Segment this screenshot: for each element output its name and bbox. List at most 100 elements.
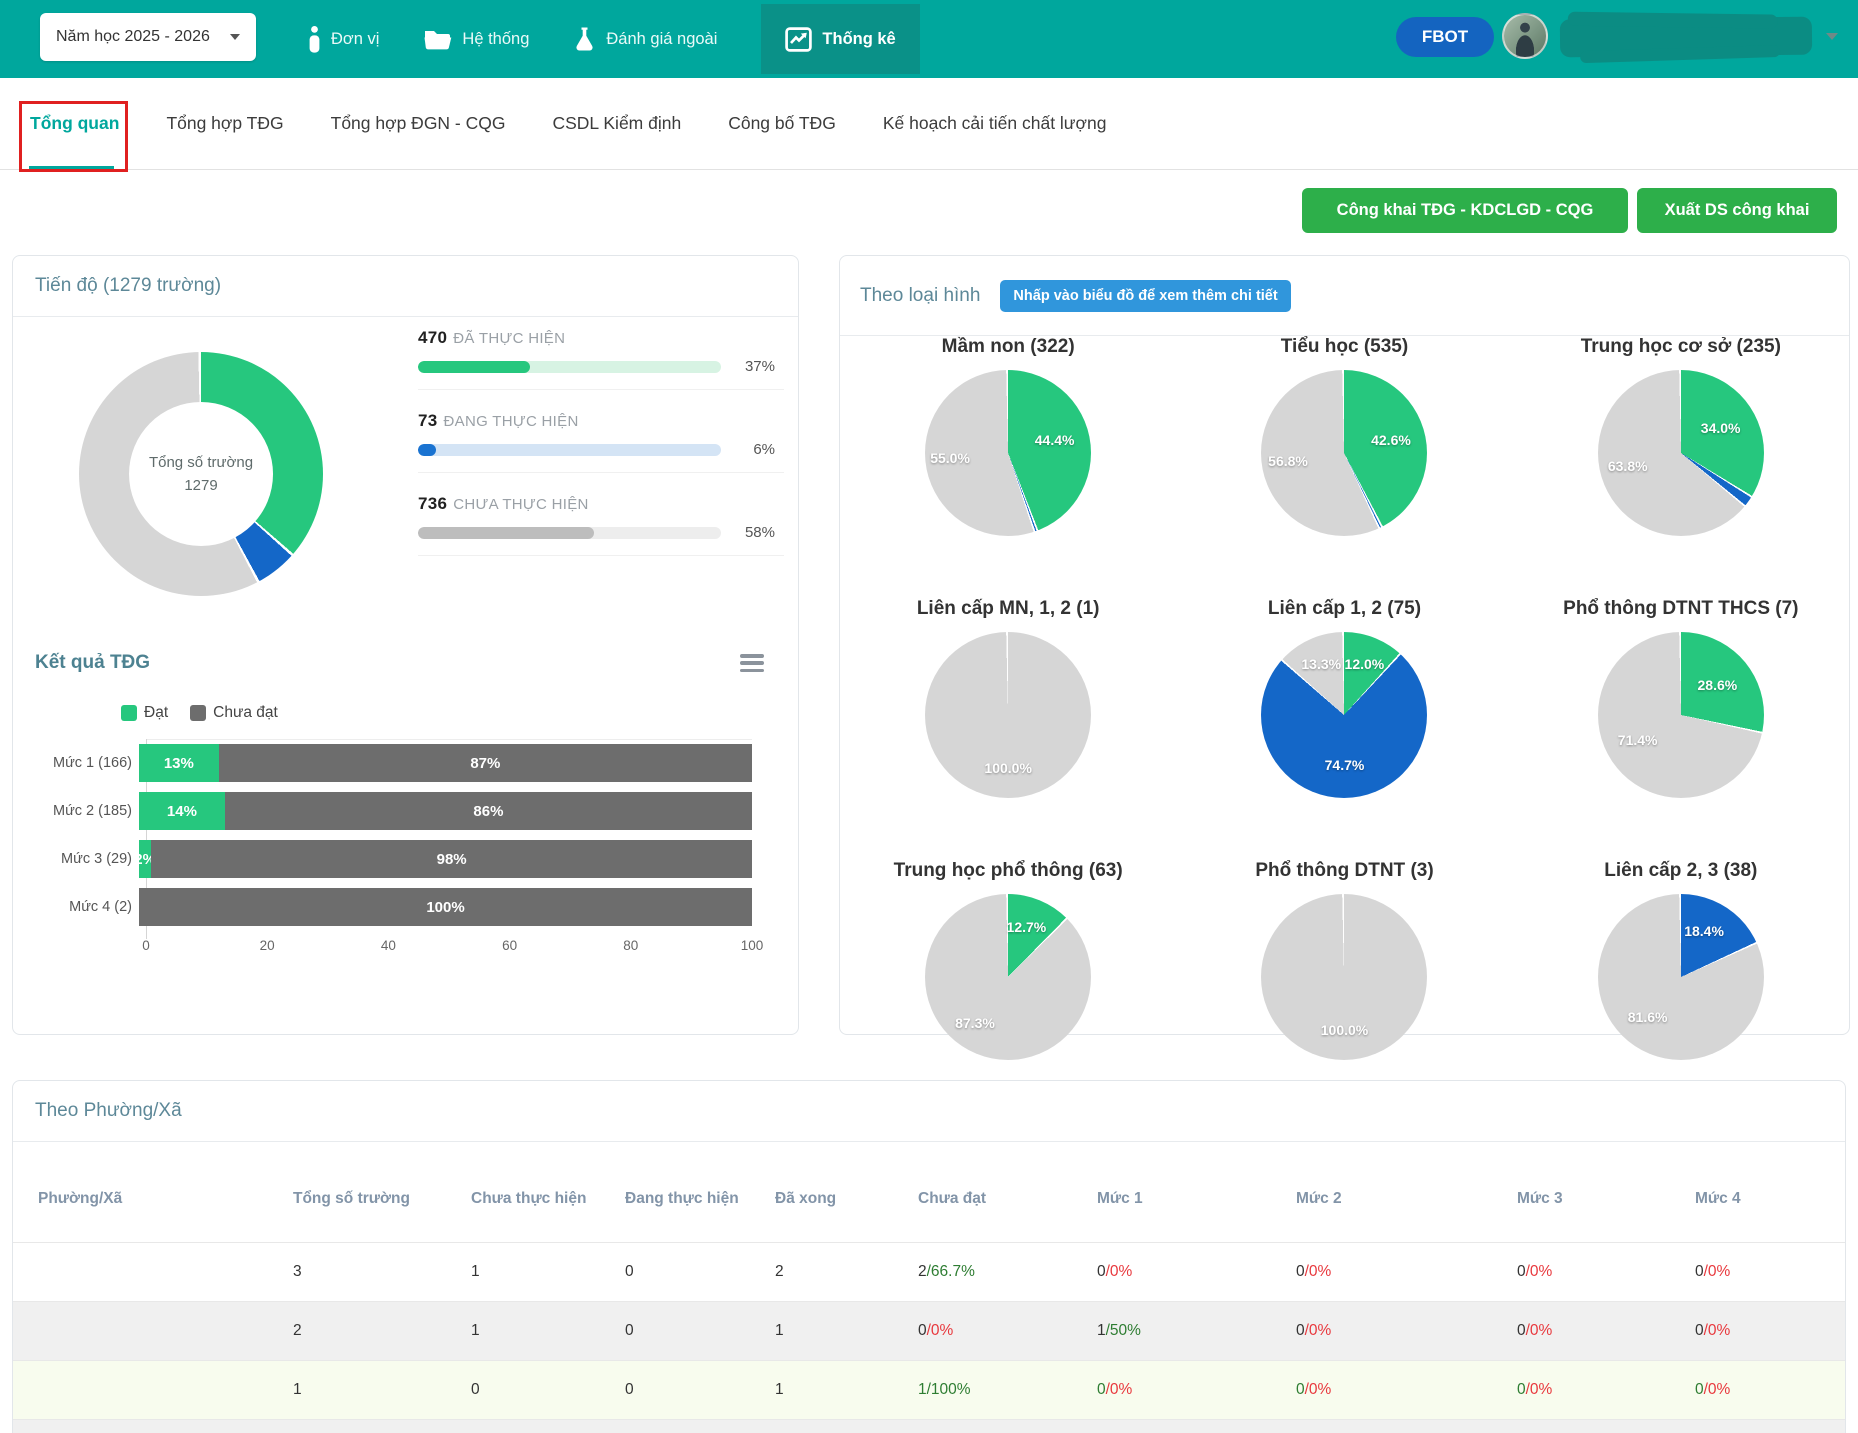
progress-fill <box>418 527 594 539</box>
table-cell: 2/66.7% <box>918 1243 975 1301</box>
cell-percent: /0% <box>1704 1322 1731 1339</box>
results-legend: Đạt Chưa đạt <box>121 704 278 722</box>
tab-6[interactable]: Kế hoạch cải tiến chất lượng <box>883 113 1107 134</box>
pie-cell-9: Liên cấp 2, 3 (38)18.4%81.6% <box>1513 860 1849 1060</box>
table-cell: 3 <box>293 1243 302 1301</box>
cell-percent: /0% <box>1704 1263 1731 1280</box>
dashboard-page: Năm học 2025 - 2026 Đơn vị Hệ thống Đánh g… <box>0 0 1858 1433</box>
avatar[interactable] <box>1502 13 1548 59</box>
pie-cell-4: Liên cấp MN, 1, 2 (1)100.0% <box>840 598 1176 798</box>
progress-row-1: 470ĐÃ THỰC HIỆN37% <box>418 328 784 390</box>
bar-row-3: Mức 3 (29)2%98% <box>35 840 752 878</box>
pie-chart[interactable]: 34.0% 63.8% <box>1598 370 1764 536</box>
table-cell: 0/0% <box>918 1302 953 1360</box>
pie-chart[interactable]: 12.7%87.3% <box>925 894 1091 1060</box>
cell-count: 2 <box>918 1263 927 1280</box>
table-cell: 0 <box>625 1243 634 1301</box>
pie-slice-label: 63.8% <box>1608 458 1648 474</box>
pie-chart[interactable]: 100.0% <box>925 632 1091 798</box>
legend-item: Đạt <box>121 704 168 722</box>
axis-tick: 80 <box>623 938 638 953</box>
progress-row-2: 73ĐANG THỰC HIỆN 6% <box>418 411 784 473</box>
cell-count: 0 <box>1097 1381 1106 1398</box>
user-menu-caret-icon[interactable] <box>1826 33 1838 40</box>
table-cell: 0/0% <box>1695 1243 1730 1301</box>
bar-fail-segment: 98% <box>151 840 752 878</box>
progress-row-label: 736CHƯA THỰC HIỆN <box>418 494 784 514</box>
tab-3[interactable]: Tổng hợp ĐGN - CQG <box>331 113 506 134</box>
main-nav: Đơn vị Hệ thống Đánh giá ngoài Thống kê <box>308 0 920 78</box>
progress-panel: Tiến độ (1279 trường) Tổng số trường 127… <box>12 255 799 1035</box>
results-title: Kết quả TĐG <box>35 652 150 674</box>
bar-chart-axis: 020406080100 <box>146 936 752 958</box>
pie-chart[interactable]: 100.0% <box>1261 894 1427 1060</box>
cell-count: 0 <box>1097 1263 1106 1280</box>
tab-2[interactable]: Tổng hợp TĐG <box>166 113 283 134</box>
pie-chart[interactable]: 42.6%56.8% <box>1261 370 1427 536</box>
nav-item-4[interactable]: Thống kê <box>761 4 919 74</box>
table-cell: 0/0% <box>1097 1243 1132 1301</box>
nav-item-label: Đánh giá ngoài <box>606 30 717 49</box>
progress-row-bar: 58% <box>418 524 784 541</box>
chart-icon <box>785 27 812 52</box>
progress-percent: 6% <box>733 441 775 458</box>
chart-menu-icon[interactable] <box>740 654 764 672</box>
bar-fail-segment: 100% <box>139 888 752 926</box>
legend-item: Chưa đạt <box>190 704 278 722</box>
axis-tick: 0 <box>142 938 150 953</box>
cell-percent: /0% <box>1704 1381 1731 1398</box>
tab-5[interactable]: Công bố TĐG <box>728 113 836 134</box>
pie-title: Phổ thông DTNT THCS (7) <box>1563 598 1798 620</box>
tab-4[interactable]: CSDL Kiểm định <box>552 113 681 134</box>
cell-count: 1 <box>1097 1322 1106 1339</box>
active-tab-underline <box>29 166 114 169</box>
table-row-partial <box>13 1419 1845 1433</box>
cell-count: 0 <box>1296 1381 1305 1398</box>
pie-cell-6: Phổ thông DTNT THCS (7) 28.6%71.4% <box>1513 598 1849 798</box>
progress-fill <box>418 361 530 373</box>
school-year-select[interactable]: Năm học 2025 - 2026 <box>40 13 256 61</box>
pie-chart[interactable]: 12.0%74.7%13.3% <box>1261 632 1427 798</box>
export-button[interactable]: Xuất DS công khai <box>1637 188 1837 233</box>
table-row-2[interactable]: 21010/0%1/50%0/0%0/0%0/0% <box>13 1301 1845 1360</box>
bar-segments: 2%98% <box>139 840 752 878</box>
bar-segments: 14%86% <box>139 792 752 830</box>
pie-slice-label: 34.0% <box>1701 420 1741 436</box>
progress-row-label: 73ĐANG THỰC HIỆN <box>418 411 784 431</box>
pie-chart[interactable]: 28.6%71.4% <box>1598 632 1764 798</box>
column-header: Mức 4 <box>1695 1156 1835 1242</box>
table-row-1[interactable]: 31022/66.7%0/0%0/0%0/0%0/0% <box>13 1242 1845 1301</box>
pie-title: Phổ thông DTNT (3) <box>1255 860 1433 882</box>
table-cell: 0/0% <box>1097 1361 1132 1419</box>
publish-button[interactable]: Công khai TĐG - KDCLGD - CQG <box>1302 188 1628 233</box>
tab-1[interactable]: Tổng quan <box>30 113 119 134</box>
bar-row-2: Mức 2 (185)14%86% <box>35 792 752 830</box>
progress-track <box>418 361 721 373</box>
axis-tick: 100 <box>741 938 764 953</box>
progress-percent: 37% <box>733 358 775 375</box>
bar-segments: 100% <box>139 888 752 926</box>
pie-slice-label: 74.7% <box>1325 757 1365 773</box>
table-cell: 0/0% <box>1517 1302 1552 1360</box>
cell-percent: /0% <box>1526 1263 1553 1280</box>
pie-slice-label: 13.3% <box>1301 656 1341 672</box>
cell-percent: /0% <box>1305 1381 1332 1398</box>
bar-row-4: Mức 4 (2)100% <box>35 888 752 926</box>
table-cell: 0/0% <box>1296 1361 1331 1419</box>
column-header: Chưa thực hiện <box>471 1156 589 1242</box>
nav-item-label: Thống kê <box>822 30 895 49</box>
nav-item-1[interactable]: Đơn vị <box>308 0 379 78</box>
nav-item-3[interactable]: Đánh giá ngoài <box>573 0 717 78</box>
folder-icon <box>423 27 452 51</box>
axis-tick: 60 <box>502 938 517 953</box>
bar-fail-segment: 87% <box>219 744 752 782</box>
pie-chart[interactable]: 44.4%55.0% <box>925 370 1091 536</box>
fbot-button[interactable]: FBOT <box>1396 17 1494 57</box>
table-cell: 0 <box>625 1361 634 1419</box>
pie-chart[interactable]: 18.4%81.6% <box>1598 894 1764 1060</box>
info-icon <box>308 26 321 53</box>
table-row-3[interactable]: 10011/100%0/0%0/0%0/0%0/0% <box>13 1360 1845 1419</box>
cell-percent: /0% <box>1526 1322 1553 1339</box>
cell-percent: /0% <box>1106 1263 1133 1280</box>
nav-item-2[interactable]: Hệ thống <box>423 0 529 78</box>
